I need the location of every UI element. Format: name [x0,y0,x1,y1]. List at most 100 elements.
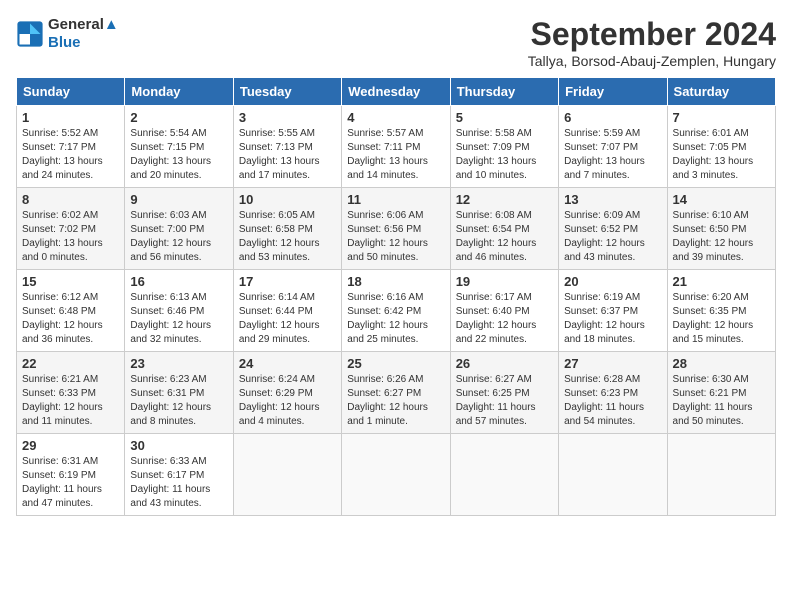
day-detail: Sunrise: 6:09 AMSunset: 6:52 PMDaylight:… [564,210,645,263]
month-title: September 2024 [528,16,776,53]
day-detail: Sunrise: 6:12 AMSunset: 6:48 PMDaylight:… [22,292,103,345]
day-detail: Sunrise: 6:17 AMSunset: 6:40 PMDaylight:… [456,292,537,345]
calendar-cell: 21 Sunrise: 6:20 AMSunset: 6:35 PMDayligh… [667,270,775,352]
calendar-cell: 3 Sunrise: 5:55 AMSunset: 7:13 PMDaylight… [233,106,341,188]
day-detail: Sunrise: 6:21 AMSunset: 6:33 PMDaylight:… [22,374,103,427]
day-number: 27 [564,356,661,371]
calendar-cell [450,434,558,516]
day-number: 13 [564,192,661,207]
day-number: 23 [130,356,227,371]
calendar-week-row: 22 Sunrise: 6:21 AMSunset: 6:33 PMDayligh… [17,352,776,434]
calendar-cell: 4 Sunrise: 5:57 AMSunset: 7:11 PMDaylight… [342,106,450,188]
calendar-cell: 24 Sunrise: 6:24 AMSunset: 6:29 PMDayligh… [233,352,341,434]
calendar-cell: 15 Sunrise: 6:12 AMSunset: 6:48 PMDayligh… [17,270,125,352]
calendar-week-row: 29 Sunrise: 6:31 AMSunset: 6:19 PMDayligh… [17,434,776,516]
day-number: 15 [22,274,119,289]
calendar-cell: 27 Sunrise: 6:28 AMSunset: 6:23 PMDayligh… [559,352,667,434]
day-detail: Sunrise: 6:13 AMSunset: 6:46 PMDaylight:… [130,292,211,345]
calendar-week-row: 1 Sunrise: 5:52 AMSunset: 7:17 PMDaylight… [17,106,776,188]
calendar-cell: 1 Sunrise: 5:52 AMSunset: 7:17 PMDaylight… [17,106,125,188]
day-number: 22 [22,356,119,371]
location: Tallya, Borsod-Abauj-Zemplen, Hungary [528,53,776,69]
day-detail: Sunrise: 6:16 AMSunset: 6:42 PMDaylight:… [347,292,428,345]
calendar-cell: 9 Sunrise: 6:03 AMSunset: 7:00 PMDaylight… [125,188,233,270]
calendar-cell: 12 Sunrise: 6:08 AMSunset: 6:54 PMDayligh… [450,188,558,270]
day-number: 4 [347,110,444,125]
day-detail: Sunrise: 6:08 AMSunset: 6:54 PMDaylight:… [456,210,537,263]
day-number: 30 [130,438,227,453]
day-detail: Sunrise: 6:27 AMSunset: 6:25 PMDaylight:… [456,374,536,427]
calendar-cell: 14 Sunrise: 6:10 AMSunset: 6:50 PMDayligh… [667,188,775,270]
calendar-cell: 23 Sunrise: 6:23 AMSunset: 6:31 PMDayligh… [125,352,233,434]
day-detail: Sunrise: 6:23 AMSunset: 6:31 PMDaylight:… [130,374,211,427]
calendar-cell: 19 Sunrise: 6:17 AMSunset: 6:40 PMDayligh… [450,270,558,352]
day-number: 12 [456,192,553,207]
calendar-cell: 10Sunrise: 6:05 AMSunset: 6:58 PMDayligh… [233,188,341,270]
day-number: 5 [456,110,553,125]
day-number: 11 [347,192,444,207]
day-number: 29 [22,438,119,453]
day-number: 7 [673,110,770,125]
col-saturday: Saturday [667,78,775,106]
page-header: General▲ Blue September 2024 Tallya, Bor… [16,16,776,69]
day-number: 6 [564,110,661,125]
title-block: September 2024 Tallya, Borsod-Abauj-Zemp… [528,16,776,69]
day-detail: Sunrise: 6:24 AMSunset: 6:29 PMDaylight:… [239,374,320,427]
day-detail: Sunrise: 5:52 AMSunset: 7:17 PMDaylight:… [22,128,103,181]
day-number: 9 [130,192,227,207]
day-number: 14 [673,192,770,207]
day-detail: Sunrise: 6:10 AMSunset: 6:50 PMDaylight:… [673,210,754,263]
day-detail: Sunrise: 5:54 AMSunset: 7:15 PMDaylight:… [130,128,211,181]
calendar-cell: 13 Sunrise: 6:09 AMSunset: 6:52 PMDayligh… [559,188,667,270]
calendar-cell: 17 Sunrise: 6:14 AMSunset: 6:44 PMDayligh… [233,270,341,352]
day-detail: Sunrise: 6:14 AMSunset: 6:44 PMDaylight:… [239,292,320,345]
day-detail: Sunrise: 6:19 AMSunset: 6:37 PMDaylight:… [564,292,645,345]
day-detail: Sunrise: 5:59 AMSunset: 7:07 PMDaylight:… [564,128,645,181]
col-friday: Friday [559,78,667,106]
logo: General▲ Blue [16,16,119,52]
day-number: 24 [239,356,336,371]
calendar-cell: 5 Sunrise: 5:58 AMSunset: 7:09 PMDaylight… [450,106,558,188]
calendar-cell [559,434,667,516]
calendar-table: Sunday Monday Tuesday Wednesday Thursday… [16,77,776,516]
col-sunday: Sunday [17,78,125,106]
day-detail: Sunrise: 6:31 AMSunset: 6:19 PMDaylight:… [22,456,102,509]
day-detail: Sunrise: 6:01 AMSunset: 7:05 PMDaylight:… [673,128,754,181]
logo-icon [16,20,44,48]
calendar-week-row: 15 Sunrise: 6:12 AMSunset: 6:48 PMDayligh… [17,270,776,352]
day-number: 20 [564,274,661,289]
day-detail: Sunrise: 6:03 AMSunset: 7:00 PMDaylight:… [130,210,211,263]
day-number: 21 [673,274,770,289]
header-row: Sunday Monday Tuesday Wednesday Thursday… [17,78,776,106]
day-number: 1 [22,110,119,125]
calendar-cell: 8Sunrise: 6:02 AMSunset: 7:02 PMDaylight… [17,188,125,270]
calendar-cell: 2Sunrise: 5:54 AMSunset: 7:15 PMDaylight… [125,106,233,188]
col-tuesday: Tuesday [233,78,341,106]
calendar-cell: 28 Sunrise: 6:30 AMSunset: 6:21 PMDayligh… [667,352,775,434]
day-detail: Sunrise: 6:20 AMSunset: 6:35 PMDaylight:… [673,292,754,345]
day-number: 16 [130,274,227,289]
day-number: 17 [239,274,336,289]
day-number: 28 [673,356,770,371]
day-detail: Sunrise: 5:57 AMSunset: 7:11 PMDaylight:… [347,128,428,181]
day-detail: Sunrise: 5:58 AMSunset: 7:09 PMDaylight:… [456,128,537,181]
col-wednesday: Wednesday [342,78,450,106]
day-detail: Sunrise: 6:26 AMSunset: 6:27 PMDaylight:… [347,374,428,427]
day-number: 19 [456,274,553,289]
calendar-cell: 18 Sunrise: 6:16 AMSunset: 6:42 PMDayligh… [342,270,450,352]
calendar-cell: 25Sunrise: 6:26 AMSunset: 6:27 PMDayligh… [342,352,450,434]
day-detail: Sunrise: 6:05 AMSunset: 6:58 PMDaylight:… [239,210,320,263]
calendar-cell: 16 Sunrise: 6:13 AMSunset: 6:46 PMDayligh… [125,270,233,352]
calendar-cell: 11Sunrise: 6:06 AMSunset: 6:56 PMDayligh… [342,188,450,270]
calendar-cell [667,434,775,516]
day-number: 18 [347,274,444,289]
day-detail: Sunrise: 6:30 AMSunset: 6:21 PMDaylight:… [673,374,753,427]
day-detail: Sunrise: 6:02 AMSunset: 7:02 PMDaylight:… [22,210,103,263]
calendar-cell: 26 Sunrise: 6:27 AMSunset: 6:25 PMDayligh… [450,352,558,434]
day-number: 26 [456,356,553,371]
day-number: 3 [239,110,336,125]
day-detail: Sunrise: 6:28 AMSunset: 6:23 PMDaylight:… [564,374,644,427]
day-detail: Sunrise: 5:55 AMSunset: 7:13 PMDaylight:… [239,128,320,181]
calendar-cell: 29 Sunrise: 6:31 AMSunset: 6:19 PMDayligh… [17,434,125,516]
calendar-cell: 30Sunrise: 6:33 AMSunset: 6:17 PMDayligh… [125,434,233,516]
